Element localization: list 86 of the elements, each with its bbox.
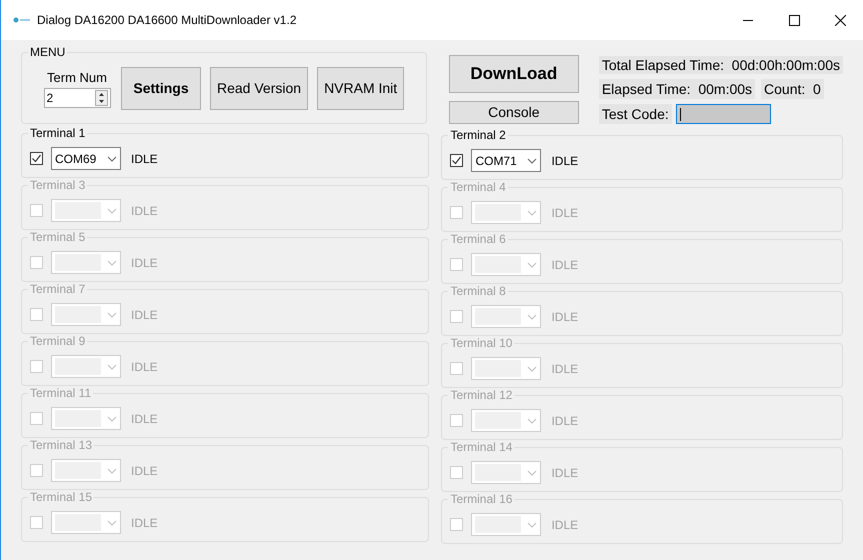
checkbox[interactable]: [450, 154, 464, 167]
group-title: Terminal 13: [28, 438, 94, 452]
group-title: Terminal 8: [448, 284, 508, 298]
port-dropdown[interactable]: COM69: [51, 147, 121, 170]
group-title: Terminal 16: [448, 492, 514, 506]
port-dropdown[interactable]: [471, 513, 542, 536]
menu-button[interactable]: NVRAM Init: [317, 66, 404, 110]
chevron-down-icon: [107, 312, 117, 318]
term-num-label: Term Num: [47, 69, 107, 88]
port-dropdown[interactable]: [51, 199, 121, 222]
status-label: IDLE: [551, 412, 578, 430]
chevron-down-icon: [107, 364, 117, 370]
port-dropdown[interactable]: [51, 303, 121, 326]
download-button[interactable]: DownLoad: [448, 55, 579, 93]
group-title: Terminal 10: [448, 336, 514, 350]
group-title: Terminal 3: [28, 178, 88, 192]
group-title: Terminal 4: [448, 180, 508, 194]
window-title: Dialog DA16200 DA16600 MultiDownloader v1.2: [37, 12, 296, 29]
group-title: MENU: [28, 45, 68, 59]
chevron-down-icon: [527, 418, 538, 424]
term-num-spinner[interactable]: 2: [44, 88, 110, 108]
group-title: Terminal 2: [448, 128, 508, 142]
elapsed-label: Elapsed Time: 00m:00s: [598, 79, 756, 99]
group-title: Terminal 11: [28, 386, 94, 400]
total-elapsed-label: Total Elapsed Time: 00d:00h:00m:00s: [598, 56, 843, 74]
checkbox[interactable]: [30, 152, 43, 165]
app-logo-icon: [13, 16, 31, 24]
port-value: COM69: [55, 150, 96, 168]
console-button[interactable]: Console: [448, 101, 579, 124]
status-label: IDLE: [551, 516, 578, 534]
status-label: IDLE: [131, 462, 158, 480]
group-title: Terminal 7: [28, 282, 88, 296]
chevron-down-icon: [527, 158, 538, 164]
chevron-down-icon: [107, 416, 117, 422]
status-label: IDLE: [551, 360, 578, 378]
port-dropdown[interactable]: [51, 459, 121, 482]
port-dropdown[interactable]: COM71: [471, 149, 542, 172]
status-label: IDLE: [131, 202, 158, 220]
port-dropdown[interactable]: [51, 355, 121, 378]
status-label: IDLE: [551, 256, 578, 274]
port-dropdown[interactable]: [51, 511, 121, 534]
chevron-down-icon: [527, 314, 538, 320]
count-label: Count: 0: [761, 79, 824, 99]
chevron-down-icon: [107, 208, 117, 214]
group-title: Terminal 6: [448, 232, 508, 246]
status-label: IDLE: [551, 204, 578, 222]
maximize-icon: [788, 14, 800, 26]
spinner-arrows-icon: [94, 90, 108, 106]
status-label: IDLE: [131, 306, 158, 324]
port-dropdown[interactable]: [471, 357, 542, 380]
group-title: Terminal 9: [28, 334, 88, 348]
chevron-down-icon: [107, 520, 117, 526]
status-label: IDLE: [131, 254, 158, 272]
port-dropdown[interactable]: [51, 251, 121, 274]
test-code-field[interactable]: [676, 104, 771, 124]
chevron-down-icon: [527, 470, 538, 476]
status-label: IDLE: [551, 464, 578, 482]
status-label: IDLE: [551, 308, 578, 326]
port-dropdown[interactable]: [471, 305, 542, 328]
close-icon: [834, 14, 846, 26]
status-label: IDLE: [131, 150, 158, 168]
status-label: IDLE: [131, 410, 158, 428]
menu-button[interactable]: Read Version: [210, 66, 308, 110]
port-dropdown[interactable]: [471, 461, 542, 484]
status-label: IDLE: [131, 514, 158, 532]
chevron-down-icon: [527, 366, 538, 372]
group-title: Terminal 15: [28, 490, 94, 504]
status-label: IDLE: [551, 152, 578, 170]
chevron-down-icon: [527, 262, 538, 268]
test-code-label: Test Code:: [598, 104, 672, 124]
group-title: Terminal 1: [28, 126, 88, 140]
chevron-down-icon: [527, 522, 538, 528]
group-title: Terminal 5: [28, 230, 88, 244]
port-dropdown[interactable]: [471, 201, 542, 224]
chevron-down-icon: [527, 210, 538, 216]
chevron-down-icon: [107, 260, 117, 266]
port-dropdown[interactable]: [471, 409, 542, 432]
menu-button[interactable]: Settings: [121, 66, 201, 110]
status-label: IDLE: [131, 358, 158, 376]
port-dropdown[interactable]: [471, 253, 542, 276]
chevron-down-icon: [107, 156, 117, 162]
chevron-down-icon: [107, 468, 117, 474]
group-title: Terminal 12: [448, 388, 514, 402]
group-title: Terminal 14: [448, 440, 514, 454]
port-value: COM71: [475, 152, 517, 170]
port-dropdown[interactable]: [51, 407, 121, 430]
